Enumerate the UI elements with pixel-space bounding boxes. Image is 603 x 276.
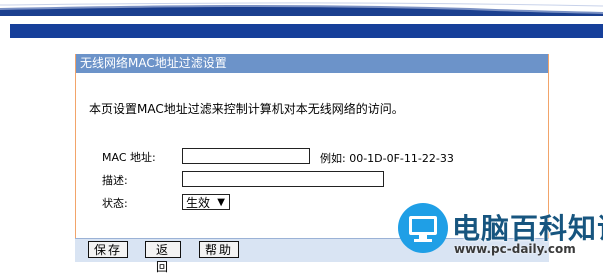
computer-monitor-icon bbox=[398, 203, 448, 253]
page-description: 本页设置MAC地址过滤来控制计算机对本无线网络的访问。 bbox=[89, 102, 404, 116]
description-input[interactable] bbox=[182, 171, 384, 187]
watermark-url: www.pc-daily.com bbox=[454, 242, 576, 256]
panel-title: 无线网络MAC地址过滤设置 bbox=[76, 54, 548, 73]
mac-address-input[interactable] bbox=[182, 148, 310, 164]
description-row: 描述: bbox=[102, 171, 180, 189]
router-banner bbox=[0, 0, 603, 40]
status-selected-value: 生效 bbox=[186, 196, 211, 210]
status-row: 状态: bbox=[102, 194, 180, 212]
help-button[interactable]: 帮助 bbox=[199, 241, 239, 258]
watermark-logo: 电脑百科知识 www.pc-daily.com bbox=[392, 195, 603, 261]
status-select[interactable]: 生效 ▼ bbox=[182, 194, 230, 210]
dropdown-arrow-icon: ▼ bbox=[217, 197, 225, 208]
description-label: 描述: bbox=[102, 174, 128, 187]
banner-swoosh-graphic bbox=[0, 2, 603, 16]
back-button[interactable]: 返回 bbox=[145, 241, 181, 274]
save-button[interactable]: 保存 bbox=[88, 241, 128, 258]
banner-bar bbox=[10, 24, 603, 38]
mac-address-example: 例如: 00-1D-0F-11-22-33 bbox=[320, 152, 454, 165]
watermark-title: 电脑百科知识 bbox=[452, 212, 603, 245]
mac-address-row: MAC 地址: bbox=[102, 148, 180, 166]
status-label: 状态: bbox=[102, 197, 128, 210]
mac-address-label: MAC 地址: bbox=[102, 151, 156, 164]
